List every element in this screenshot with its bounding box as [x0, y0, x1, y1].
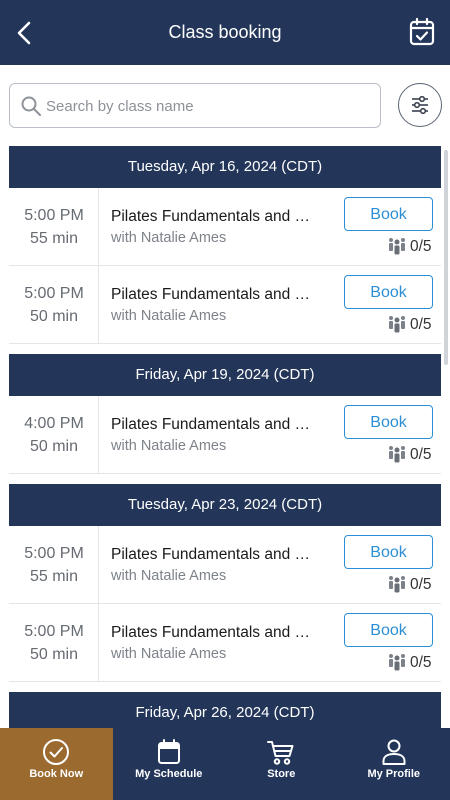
cart-icon	[267, 741, 294, 765]
class-duration: 55 min	[29, 568, 79, 585]
search-box[interactable]	[9, 83, 381, 128]
app-header: Class booking	[0, 0, 450, 65]
class-row[interactable]: 5:00 PM 50 min Pilates Fundamentals and …	[9, 604, 441, 682]
class-name: Pilates Fundamentals and Beyond	[111, 208, 316, 225]
date-header: Friday, Apr 19, 2024 (CDT)	[9, 354, 441, 396]
time-column: 5:00 PM 55 min	[9, 526, 99, 603]
class-row[interactable]: 4:00 PM 50 min Pilates Fundamentals and …	[9, 396, 441, 474]
class-time: 5:00 PM	[24, 545, 84, 562]
page-title: Class booking	[168, 22, 282, 42]
time-column: 5:00 PM 55 min	[9, 188, 99, 265]
instructor-name: with Natalie Ames	[111, 308, 227, 324]
class-name: Pilates Fundamentals and Beyond	[111, 286, 316, 303]
nav-label: My Profile	[367, 768, 421, 780]
nav-my-schedule[interactable]: My Schedule	[113, 728, 226, 800]
nav-book-now[interactable]: Book Now	[0, 728, 113, 800]
capacity-count: 0/5	[410, 316, 432, 333]
capacity-count: 0/5	[410, 654, 432, 671]
class-time: 5:00 PM	[24, 207, 84, 224]
people-icon	[389, 576, 405, 593]
instructor-name: with Natalie Ames	[111, 230, 227, 246]
capacity-count: 0/5	[410, 576, 432, 593]
sliders-icon	[412, 95, 428, 115]
scrollbar[interactable]	[444, 150, 448, 365]
class-list: Tuesday, Apr 16, 2024 (CDT) 5:00 PM 55 m…	[9, 146, 441, 734]
people-icon	[389, 446, 405, 463]
time-column: 5:00 PM 50 min	[9, 604, 99, 681]
class-name: Pilates Fundamentals and Beyond	[111, 624, 316, 641]
class-time: 5:00 PM	[24, 623, 84, 640]
class-name: Pilates Fundamentals and Beyond	[111, 546, 316, 563]
class-time: 4:00 PM	[24, 415, 84, 432]
nav-label: Store	[267, 768, 296, 780]
book-button[interactable]: Book	[344, 613, 433, 647]
class-duration: 50 min	[29, 308, 79, 325]
book-button[interactable]: Book	[344, 197, 433, 231]
instructor-name: with Natalie Ames	[111, 438, 227, 454]
nav-store[interactable]: Store	[225, 728, 338, 800]
search-row	[9, 82, 442, 130]
class-time: 5:00 PM	[24, 285, 84, 302]
nav-label: Book Now	[29, 768, 84, 780]
class-duration: 50 min	[29, 438, 79, 455]
class-row[interactable]: 5:00 PM 55 min Pilates Fundamentals and …	[9, 526, 441, 604]
people-icon	[389, 316, 405, 333]
time-column: 5:00 PM 50 min	[9, 266, 99, 343]
nav-label: My Schedule	[135, 768, 203, 780]
instructor-name: with Natalie Ames	[111, 568, 227, 584]
book-button[interactable]: Book	[344, 405, 433, 439]
instructor-name: with Natalie Ames	[111, 646, 227, 662]
class-name: Pilates Fundamentals and Beyond	[111, 416, 316, 433]
capacity-count: 0/5	[410, 446, 432, 463]
class-row[interactable]: 5:00 PM 55 min Pilates Fundamentals and …	[9, 188, 441, 266]
search-icon	[20, 95, 42, 117]
check-circle-icon	[43, 739, 69, 765]
class-row[interactable]: 5:00 PM 50 min Pilates Fundamentals and …	[9, 266, 441, 344]
time-column: 4:00 PM 50 min	[9, 396, 99, 473]
class-duration: 50 min	[29, 646, 79, 663]
date-header: Tuesday, Apr 16, 2024 (CDT)	[9, 146, 441, 188]
calendar-icon	[157, 739, 180, 764]
search-input[interactable]	[46, 90, 366, 122]
book-button[interactable]: Book	[344, 535, 433, 569]
nav-my-profile[interactable]: My Profile	[338, 728, 450, 800]
capacity-count: 0/5	[410, 238, 432, 255]
book-button[interactable]: Book	[344, 275, 433, 309]
people-icon	[389, 654, 405, 671]
people-icon	[389, 238, 405, 255]
date-header: Tuesday, Apr 23, 2024 (CDT)	[9, 484, 441, 526]
class-duration: 55 min	[29, 230, 79, 247]
person-icon	[382, 739, 405, 765]
filter-button[interactable]	[398, 83, 442, 127]
bottom-nav: Book Now My Schedule Store My Profile	[0, 728, 450, 800]
calendar-check-icon[interactable]	[408, 17, 436, 47]
